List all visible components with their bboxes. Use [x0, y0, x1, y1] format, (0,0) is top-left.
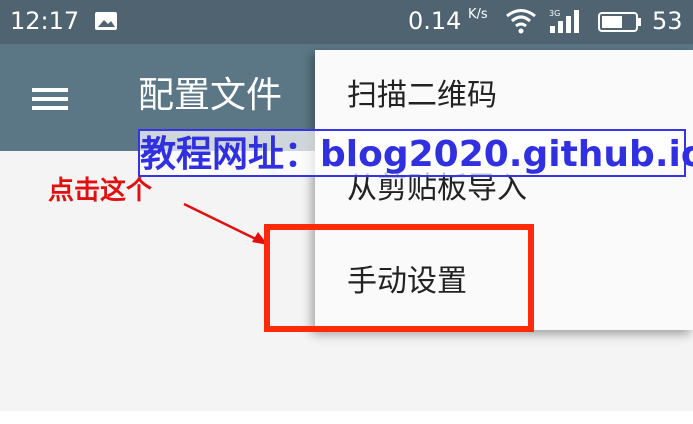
- network-speed: 0.14: [408, 7, 462, 35]
- hamburger-menu-icon[interactable]: [30, 84, 70, 114]
- network-speed-unit: K/s: [468, 7, 488, 22]
- click-here-annotation: 点击这个: [48, 176, 153, 206]
- status-time: 12:17: [10, 7, 80, 35]
- cellular-signal-icon: 3G: [549, 9, 579, 33]
- battery-icon: [598, 12, 641, 32]
- wifi-icon: [506, 9, 536, 34]
- bottom-strip: [0, 411, 693, 424]
- tutorial-watermark: 教程网址：blog2020.github.io: [138, 129, 693, 177]
- highlight-box: [264, 224, 534, 332]
- image-notification-icon: [95, 12, 117, 30]
- status-bar: 12:17 0.14 K/s 3G 53: [0, 0, 693, 44]
- page-title: 配置文件: [138, 75, 283, 116]
- signal-label: 3G: [549, 9, 560, 18]
- battery-level: 53: [652, 7, 683, 35]
